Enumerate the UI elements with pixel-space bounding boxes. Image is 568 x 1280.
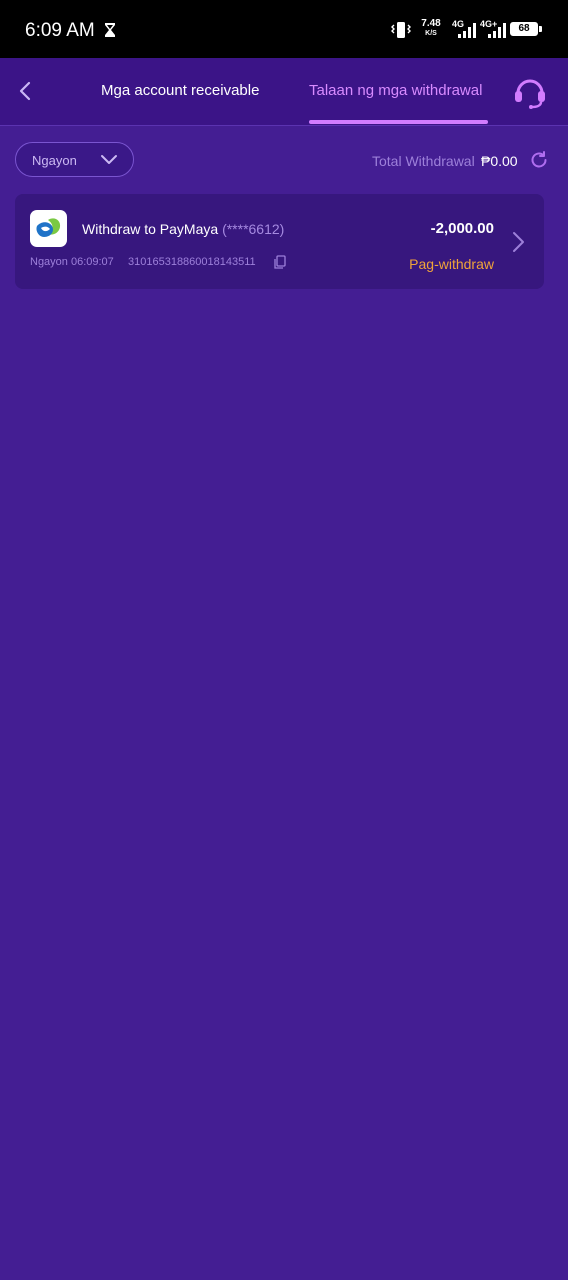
- network-speed: 7.48 K/S: [421, 18, 441, 38]
- tab-withdrawal-records[interactable]: Talaan ng mga withdrawal: [309, 82, 482, 99]
- vibrate-icon: [391, 21, 411, 44]
- withdrawal-record-card[interactable]: Withdraw to PayMaya (****6612) Ngayon 06…: [15, 194, 544, 289]
- paymaya-logo-icon: [30, 210, 67, 247]
- record-account-masked: (****6612): [222, 221, 285, 237]
- record-title: Withdraw to PayMaya (****6612): [82, 221, 285, 237]
- record-amount: -2,000.00: [430, 220, 494, 237]
- total-withdrawal-label: Total Withdrawal: [372, 153, 475, 169]
- battery-icon: 68: [510, 22, 538, 36]
- chevron-right-icon: [509, 230, 529, 259]
- status-time: 6:09 AM: [25, 20, 95, 41]
- record-status: Pag-withdraw: [409, 256, 494, 272]
- record-time: Ngayon 06:09:07: [30, 256, 114, 268]
- back-button[interactable]: [14, 78, 40, 104]
- date-filter-dropdown[interactable]: Ngayon: [15, 142, 134, 177]
- record-order-id: 31016531886001814351​1: [128, 256, 256, 268]
- status-bar: 6:09 AM 7.48 K/S 4G 4G+ 68: [0, 0, 568, 58]
- refresh-button[interactable]: [529, 150, 549, 175]
- total-withdrawal-value: ₱0.00: [481, 153, 518, 169]
- refresh-icon: [531, 151, 547, 168]
- active-tab-indicator: [309, 120, 488, 124]
- chevron-left-icon: [19, 81, 31, 101]
- copy-order-id-button[interactable]: [273, 255, 287, 274]
- customer-support-button[interactable]: [511, 75, 549, 109]
- chevron-down-icon: [101, 155, 117, 164]
- headset-icon: [515, 79, 545, 109]
- copy-icon: [274, 255, 286, 269]
- hourglass-icon: [104, 22, 116, 43]
- tab-account-receivable[interactable]: Mga account receivable: [101, 82, 259, 99]
- date-filter-value: Ngayon: [32, 153, 77, 168]
- app-header: Mga account receivable Talaan ng mga wit…: [0, 58, 568, 126]
